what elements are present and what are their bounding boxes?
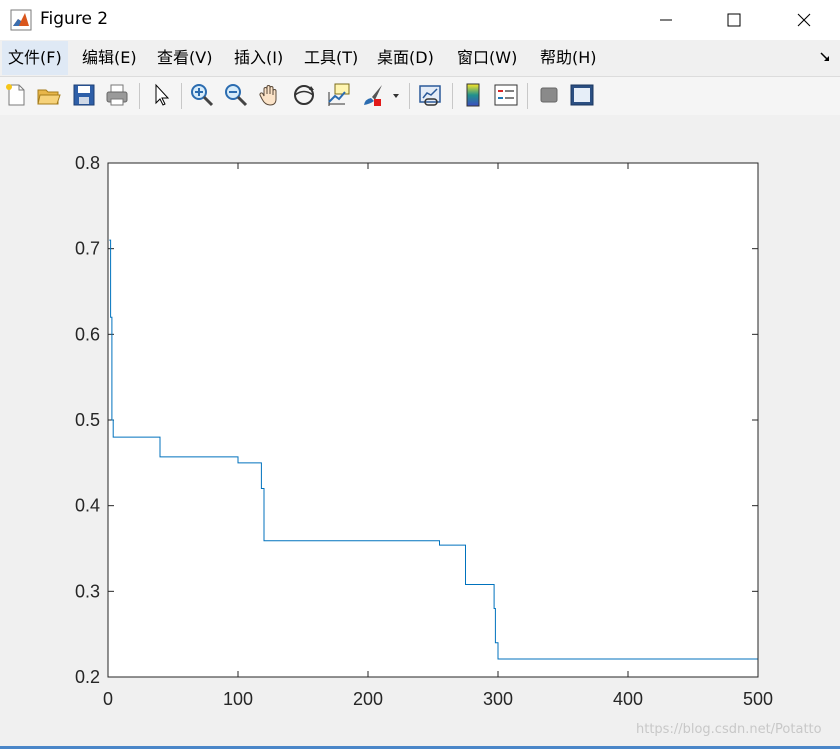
figure-toolbar xyxy=(0,76,840,116)
menu-edit[interactable]: 编辑(E) xyxy=(76,41,143,75)
y-tick-label: 0.7 xyxy=(75,239,100,259)
hide-plot-tools-icon[interactable] xyxy=(536,82,562,108)
menu-view[interactable]: 查看(V) xyxy=(151,41,218,75)
legend-icon[interactable] xyxy=(493,82,519,108)
menu-file[interactable]: 文件(F) xyxy=(2,41,68,75)
y-tick-label: 0.6 xyxy=(75,324,100,344)
print-icon[interactable] xyxy=(104,82,130,108)
x-tick-label: 0 xyxy=(103,689,113,709)
show-plot-tools-icon[interactable] xyxy=(569,82,595,108)
link-plot-icon[interactable] xyxy=(417,82,443,108)
menu-desktop[interactable]: 桌面(D) xyxy=(371,41,440,75)
matlab-logo-icon xyxy=(10,9,32,31)
maximize-icon xyxy=(727,13,741,27)
x-tick-label: 100 xyxy=(223,689,253,709)
toolbar-separator xyxy=(181,83,182,109)
save-icon[interactable] xyxy=(71,82,97,108)
menu-bar: 文件(F) 编辑(E) 查看(V) 插入(I) 工具(T) 桌面(D) 窗口(W… xyxy=(0,41,840,75)
pan-hand-icon[interactable] xyxy=(257,82,283,108)
plot-svg: 0 100 200 300 400 500 0.2 0.3 0.4 0.5 0.6 0.7 0.8 xyxy=(75,153,773,709)
y-tick-label: 0.4 xyxy=(75,496,100,516)
rotate-3d-icon[interactable] xyxy=(291,82,317,108)
toolbar-separator xyxy=(409,83,410,109)
close-icon xyxy=(797,13,811,27)
x-tick-label: 300 xyxy=(483,689,513,709)
axes-background[interactable] xyxy=(108,163,758,677)
menu-window[interactable]: 窗口(W) xyxy=(451,41,523,75)
close-button[interactable] xyxy=(774,0,834,40)
minimize-button[interactable] xyxy=(636,0,696,40)
toolbar-separator xyxy=(452,83,453,109)
brush-dropdown-icon[interactable] xyxy=(388,82,404,108)
dock-figure-icon[interactable] xyxy=(818,49,834,65)
open-file-icon[interactable] xyxy=(36,82,62,108)
toolbar-separator xyxy=(527,83,528,109)
y-tick-label: 0.8 xyxy=(75,153,100,173)
toolbar-separator xyxy=(139,83,140,109)
x-tick-label: 500 xyxy=(743,689,773,709)
watermark-text: https://blog.csdn.net/Potatto xyxy=(636,722,822,737)
new-figure-icon[interactable] xyxy=(3,82,29,108)
figure-canvas[interactable]: 0 100 200 300 400 500 0.2 0.3 0.4 0.5 0.6 0.7 0.8 xyxy=(0,115,840,749)
zoom-in-icon[interactable] xyxy=(189,82,215,108)
window-title: Figure 2 xyxy=(40,9,109,29)
y-tick-label: 0.5 xyxy=(75,410,100,430)
y-tick-label: 0.3 xyxy=(75,581,100,601)
edit-plot-arrow-icon[interactable] xyxy=(148,82,174,108)
title-bar: Figure 2 xyxy=(0,0,840,40)
x-tick-label: 400 xyxy=(613,689,643,709)
zoom-out-icon[interactable] xyxy=(223,82,249,108)
menu-tools[interactable]: 工具(T) xyxy=(298,41,364,75)
data-cursor-icon[interactable] xyxy=(325,82,351,108)
minimize-icon xyxy=(660,19,672,21)
menu-insert[interactable]: 插入(I) xyxy=(228,41,289,75)
colorbar-icon[interactable] xyxy=(460,82,486,108)
y-tick-label: 0.2 xyxy=(75,667,100,687)
maximize-button[interactable] xyxy=(704,0,764,40)
x-tick-label: 200 xyxy=(353,689,383,709)
menu-help[interactable]: 帮助(H) xyxy=(534,41,603,75)
brush-icon[interactable] xyxy=(360,82,386,108)
